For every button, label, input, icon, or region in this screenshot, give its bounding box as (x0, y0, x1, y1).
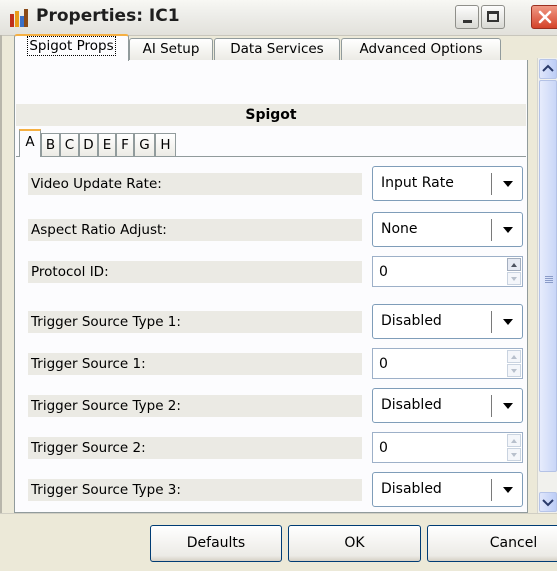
tab-ai-setup[interactable]: AI Setup (129, 38, 213, 60)
subtab-h[interactable]: H (155, 133, 176, 156)
stepper-buttons (507, 434, 521, 461)
chevron-down-icon[interactable] (507, 364, 521, 377)
stepper-buttons (507, 350, 521, 377)
defaults-button[interactable]: Defaults (150, 525, 282, 562)
property-label: Trigger Source 1: (31, 356, 146, 372)
chevron-down-icon[interactable] (497, 477, 519, 503)
chevron-down-icon[interactable] (497, 217, 519, 243)
vertical-scrollbar[interactable] (537, 58, 557, 513)
tab-label: Spigot Props (27, 36, 116, 56)
subtab-divider (16, 156, 526, 157)
divider (491, 311, 492, 333)
subtab-strip: A B C D E F G H (16, 124, 526, 157)
chevron-down-icon[interactable] (497, 309, 519, 335)
select-value: Disabled (381, 313, 442, 329)
tab-data-services[interactable]: Data Services (214, 38, 340, 60)
maximize-icon[interactable] (481, 5, 505, 29)
property-row: Trigger Source 2: 0 (16, 428, 526, 468)
scroll-down-button[interactable] (539, 492, 557, 512)
chevron-down-icon[interactable] (497, 393, 519, 419)
select-value: Disabled (381, 481, 442, 497)
cancel-button[interactable]: Cancel (427, 525, 557, 562)
video-update-rate-select[interactable]: Input Rate (372, 166, 523, 201)
subtab-a[interactable]: A (19, 129, 41, 157)
subtab-g[interactable]: G (134, 133, 155, 156)
property-label: Trigger Source Type 3: (31, 482, 181, 498)
property-row: Aspect Ratio Adjust: None (16, 210, 526, 250)
select-value: None (381, 221, 418, 237)
subtab-b[interactable]: B (41, 133, 60, 156)
scroll-thumb[interactable] (539, 80, 557, 472)
trigger-source-type-1-select[interactable]: Disabled (372, 304, 523, 339)
grip-icon (545, 276, 553, 277)
properties-window: Properties: IC1 Spigot Props AI Setup Da… (0, 0, 557, 571)
chevron-up-icon (542, 64, 554, 72)
group-title: Spigot (16, 104, 526, 126)
property-label: Video Update Rate: (31, 176, 162, 192)
property-label: Trigger Source Type 1: (31, 314, 181, 330)
tab-spigot-props[interactable]: Spigot Props (14, 34, 129, 61)
chevron-down-icon (542, 499, 554, 507)
subtab-c[interactable]: C (60, 133, 79, 156)
divider (491, 219, 492, 241)
ok-button[interactable]: OK (288, 525, 421, 562)
window-title: Properties: IC1 (36, 6, 180, 26)
tab-advanced-options[interactable]: Advanced Options (341, 38, 501, 60)
stepper-buttons (507, 258, 521, 285)
subtab-e[interactable]: E (98, 133, 116, 156)
minimize-icon[interactable] (455, 5, 479, 29)
select-value: Disabled (381, 397, 442, 413)
stepper-value: 0 (379, 440, 388, 456)
property-label: Trigger Source 2: (31, 440, 146, 456)
property-row: Trigger Source 1: 0 (16, 344, 526, 384)
tab-label: Advanced Options (359, 41, 483, 57)
stepper-value: 0 (379, 264, 388, 280)
property-label: Trigger Source Type 2: (31, 398, 181, 414)
chevron-up-icon[interactable] (507, 258, 521, 271)
title-bar[interactable]: Properties: IC1 (0, 0, 557, 36)
property-row: Video Update Rate: Input Rate (16, 164, 526, 204)
trigger-source-type-3-select[interactable]: Disabled (372, 472, 523, 507)
property-row: Trigger Source Type 1: Disabled (16, 302, 526, 342)
chevron-down-icon[interactable] (497, 171, 519, 197)
subtab-f[interactable]: F (116, 133, 134, 156)
property-row: Trigger Source Type 3: Disabled (16, 470, 526, 510)
divider (491, 395, 492, 417)
properties-icon (10, 9, 28, 27)
button-bar: Defaults OK Cancel (0, 513, 557, 571)
subtab-d[interactable]: D (79, 133, 98, 156)
property-label: Protocol ID: (31, 264, 109, 280)
stepper-value: 0 (379, 356, 388, 372)
scroll-up-button[interactable] (539, 59, 557, 79)
trigger-source-1-stepper[interactable]: 0 (372, 348, 523, 379)
property-label: Aspect Ratio Adjust: (31, 222, 167, 238)
chevron-down-icon[interactable] (507, 272, 521, 285)
aspect-ratio-select[interactable]: None (372, 212, 523, 247)
divider (491, 479, 492, 501)
trigger-source-2-stepper[interactable]: 0 (372, 432, 523, 463)
tab-label: AI Setup (142, 41, 200, 57)
chevron-up-icon[interactable] (507, 350, 521, 363)
tab-label: Data Services (230, 41, 324, 57)
protocol-id-stepper[interactable]: 0 (372, 256, 523, 287)
select-value: Input Rate (381, 175, 454, 191)
divider (491, 173, 492, 195)
property-row: Trigger Source Type 2: Disabled (16, 386, 526, 426)
close-icon[interactable] (531, 5, 557, 29)
chevron-down-icon[interactable] (507, 448, 521, 461)
property-row: Protocol ID: 0 (16, 252, 526, 292)
chevron-up-icon[interactable] (507, 434, 521, 447)
window-frame (0, 35, 2, 571)
trigger-source-type-2-select[interactable]: Disabled (372, 388, 523, 423)
